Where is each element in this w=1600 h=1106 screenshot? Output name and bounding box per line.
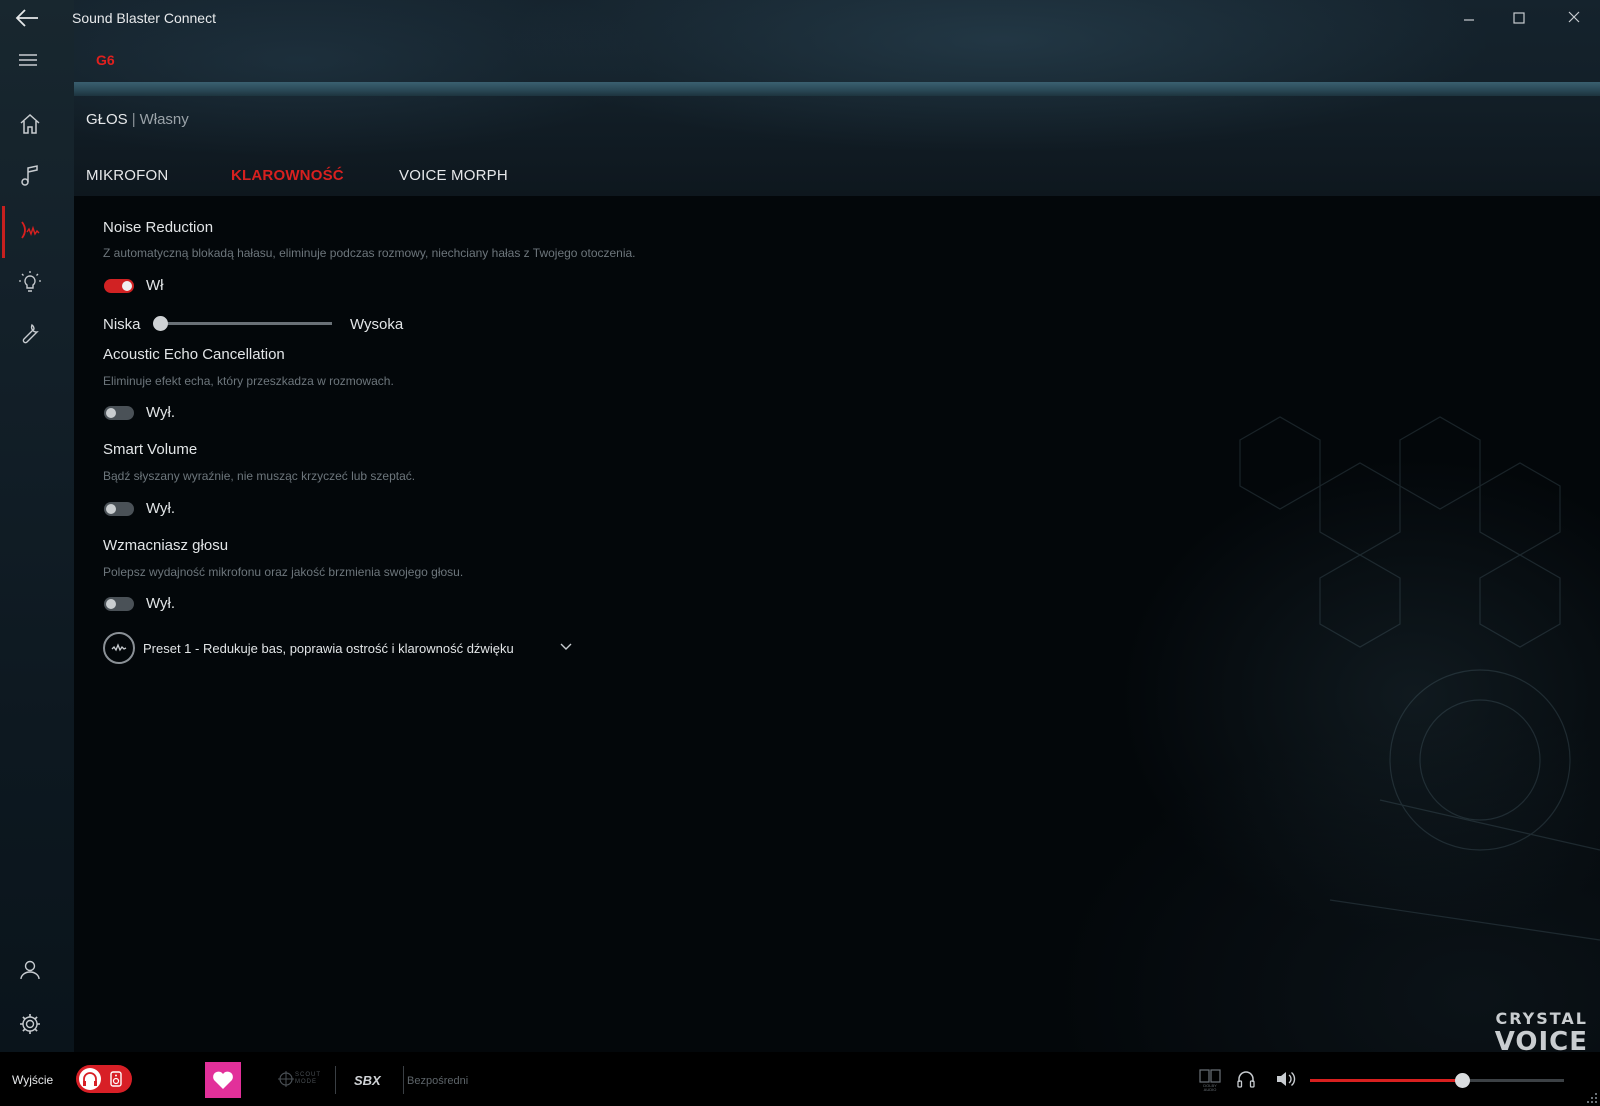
hexagon-pattern-decoration bbox=[1239, 416, 1600, 941]
minimize-icon[interactable] bbox=[1458, 8, 1480, 28]
output-device-switch[interactable] bbox=[76, 1065, 132, 1093]
smart-volume-toggle[interactable] bbox=[104, 502, 134, 516]
sidebar-item-tools[interactable] bbox=[0, 310, 74, 358]
direct-mode-button[interactable]: Bezpośredni bbox=[407, 1075, 468, 1087]
headphones-output-icon[interactable] bbox=[1236, 1069, 1256, 1089]
tab-klarownosc[interactable]: KLAROWNOŚĆ bbox=[231, 167, 344, 184]
maximize-icon[interactable] bbox=[1508, 8, 1530, 28]
close-icon[interactable] bbox=[1563, 8, 1585, 28]
volume-slider-fill bbox=[1310, 1079, 1463, 1082]
sidebar-item-settings[interactable] bbox=[0, 1000, 74, 1048]
slider-thumb[interactable] bbox=[153, 316, 168, 331]
echo-cancellation-state: Wył. bbox=[146, 404, 176, 421]
speaker-icon bbox=[110, 1071, 122, 1087]
scout-mode-button[interactable]: SCOUT MODE bbox=[278, 1069, 328, 1089]
noise-slider-max-label: Wysoka bbox=[350, 316, 404, 333]
noise-reduction-state: Wł bbox=[146, 277, 164, 294]
smart-volume-description: Bądź słyszany wyraźnie, nie musząc krzyc… bbox=[103, 469, 416, 483]
favorite-button[interactable] bbox=[205, 1062, 241, 1098]
sidebar-item-home[interactable] bbox=[0, 100, 74, 148]
noise-reduction-slider[interactable] bbox=[153, 316, 332, 331]
preset-waveform-icon bbox=[103, 632, 135, 664]
chevron-down-icon[interactable] bbox=[559, 642, 573, 652]
lightbulb-icon bbox=[19, 271, 41, 292]
user-icon bbox=[20, 960, 40, 980]
noise-reduction-toggle[interactable] bbox=[104, 279, 134, 293]
voice-boost-state: Wył. bbox=[146, 595, 176, 612]
tab-mikrofon[interactable]: MIKROFON bbox=[86, 167, 168, 184]
home-icon bbox=[20, 113, 40, 134]
device-name[interactable]: G6 bbox=[96, 52, 115, 68]
smart-volume-state: Wył. bbox=[146, 500, 176, 517]
header-accent-band bbox=[74, 82, 1600, 96]
bottom-divider bbox=[403, 1066, 404, 1094]
sbx-button[interactable]: SBX bbox=[354, 1073, 381, 1088]
heart-icon bbox=[213, 1071, 233, 1089]
dolby-label: DOLBY AUDIO bbox=[1203, 1083, 1217, 1092]
resize-grip-icon[interactable] bbox=[1586, 1092, 1598, 1104]
toggle-knob bbox=[122, 281, 132, 291]
bottom-divider bbox=[335, 1066, 336, 1094]
tab-voice-morph[interactable]: VOICE MORPH bbox=[399, 167, 508, 184]
sidebar-item-music[interactable] bbox=[0, 152, 74, 200]
hamburger-menu-icon[interactable] bbox=[16, 50, 40, 70]
volume-icon[interactable] bbox=[1275, 1069, 1297, 1089]
scout-mode-label: SCOUT MODE bbox=[295, 1072, 321, 1085]
voice-boost-description: Polepsz wydajność mikrofonu oraz jakość … bbox=[103, 565, 464, 579]
noise-reduction-title: Noise Reduction bbox=[103, 219, 214, 236]
app-window: Sound Blaster Connect G6 GŁOS | Własny M… bbox=[0, 0, 1600, 1106]
music-note-icon bbox=[21, 165, 38, 186]
noise-reduction-description: Z automatyczną blokadą hałasu, eliminuje… bbox=[103, 246, 636, 260]
echo-cancellation-title: Acoustic Echo Cancellation bbox=[103, 346, 285, 363]
sidebar-item-voice[interactable] bbox=[0, 206, 74, 254]
sidebar-item-account[interactable] bbox=[0, 946, 74, 994]
wrench-icon bbox=[22, 323, 39, 344]
crystal-voice-logo: CRYSTAL VOICE bbox=[1486, 1008, 1588, 1057]
toggle-knob bbox=[106, 599, 116, 609]
output-label: Wyjście bbox=[12, 1073, 54, 1087]
volume-slider[interactable] bbox=[1310, 1073, 1564, 1088]
logo-line-2: VOICE bbox=[1494, 1027, 1588, 1057]
smart-volume-title: Smart Volume bbox=[103, 441, 198, 458]
switch-knob bbox=[79, 1068, 101, 1090]
echo-cancellation-description: Eliminuje efekt echa, który przeszkadza … bbox=[103, 374, 394, 388]
voice-boost-toggle[interactable] bbox=[104, 597, 134, 611]
voice-boost-title: Wzmacniasz głosu bbox=[103, 537, 229, 554]
noise-slider-min-label: Niska bbox=[103, 316, 141, 333]
echo-cancellation-toggle[interactable] bbox=[104, 406, 134, 420]
back-arrow-icon[interactable] bbox=[14, 6, 40, 30]
gear-icon bbox=[20, 1014, 40, 1034]
breadcrumb-profile: Własny bbox=[139, 111, 189, 128]
breadcrumb-section: GŁOS bbox=[86, 111, 128, 128]
voice-icon bbox=[21, 221, 40, 239]
breadcrumb-separator: | bbox=[131, 111, 136, 128]
title-bar: Sound Blaster Connect bbox=[0, 0, 1600, 36]
headphones-icon bbox=[83, 1072, 97, 1086]
app-title: Sound Blaster Connect bbox=[72, 10, 216, 26]
sidebar-item-lighting[interactable] bbox=[0, 258, 74, 306]
voice-preset-dropdown[interactable]: Preset 1 - Redukuje bas, poprawia ostroś… bbox=[103, 632, 573, 666]
preset-label: Preset 1 - Redukuje bas, poprawia ostroś… bbox=[143, 641, 514, 656]
toggle-knob bbox=[106, 504, 116, 514]
breadcrumb: GŁOS | Własny bbox=[86, 111, 189, 128]
dolby-icon: DOLBY AUDIO bbox=[1199, 1069, 1221, 1093]
toggle-knob bbox=[106, 408, 116, 418]
